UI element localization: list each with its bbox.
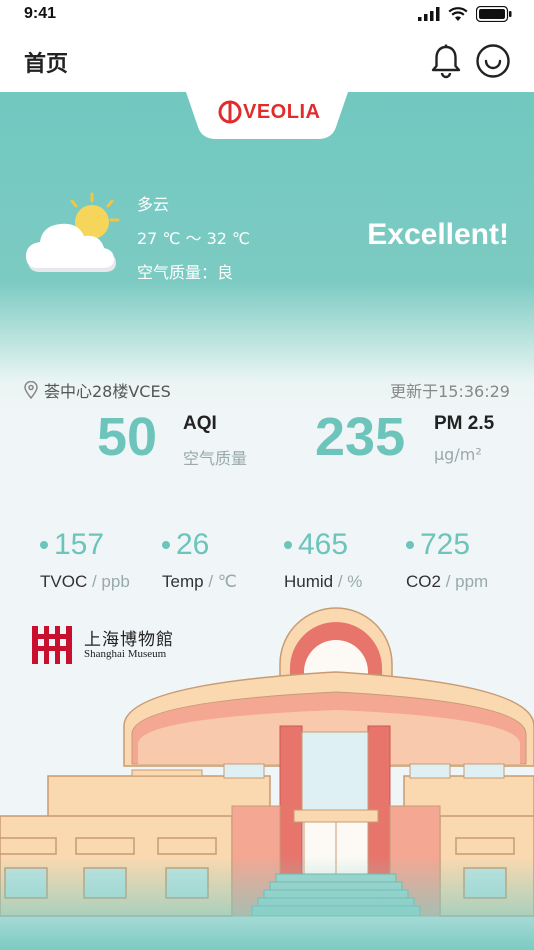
- co2-value: 725: [420, 528, 471, 561]
- status-time: 9:41: [24, 5, 57, 22]
- tvoc-unit: / ppb: [91, 572, 130, 591]
- pm25-value: 235: [315, 407, 406, 467]
- signal-icon: [418, 7, 440, 21]
- co2-unit: / ppm: [445, 572, 489, 591]
- tvoc-label: TVOC: [40, 572, 88, 591]
- nav-bar: 首页: [0, 30, 534, 92]
- partly-cloudy-icon: [26, 192, 120, 272]
- shanghai-museum-logo-icon: [32, 626, 72, 664]
- veolia-logo: VEOLIA: [243, 101, 321, 123]
- temp-label: Temp: [162, 572, 204, 591]
- temp-unit: / ℃: [208, 572, 237, 591]
- pm25-label: PM 2.5: [434, 413, 495, 434]
- aqi-sub-label: 空气质量: [183, 449, 248, 468]
- update-time: 更新于15:36:29: [390, 382, 510, 401]
- co2-label: CO2: [406, 572, 441, 591]
- location-pin-icon: [24, 381, 38, 399]
- shanghai-museum-illustration: [0, 607, 534, 950]
- location-row[interactable]: 荟中心28楼VCES: [24, 378, 171, 402]
- metric-humid: 465 Humid / %: [284, 528, 404, 592]
- metric-co2: 725 CO2 / ppm: [406, 528, 526, 592]
- humid-label: Humid: [284, 572, 334, 591]
- aqi-value: 50: [97, 407, 158, 467]
- status-icons: [418, 6, 512, 22]
- weather-condition: 多云: [137, 195, 170, 214]
- dot-icon: [162, 541, 170, 549]
- metric-temp: 26 Temp / ℃: [162, 528, 282, 592]
- dot-icon: [40, 541, 48, 549]
- museum-name-cn: 上海博物館: [84, 630, 174, 650]
- humid-value: 465: [298, 528, 349, 561]
- metric-tvoc: 157 TVOC / ppb: [40, 528, 160, 592]
- humid-unit: / %: [337, 572, 363, 591]
- tvoc-value: 157: [54, 528, 105, 561]
- museum-name-en: Shanghai Museum: [84, 648, 167, 660]
- smiley-face-icon[interactable]: [475, 43, 511, 79]
- pm25-unit: μg/m²: [434, 445, 482, 464]
- wifi-icon: [448, 6, 468, 21]
- air-rating: Excellent!: [367, 218, 509, 251]
- status-bar: 9:41: [0, 0, 534, 30]
- aqi-label: AQI: [183, 413, 217, 434]
- dot-icon: [406, 541, 414, 549]
- air-quality-text: 空气质量：良: [137, 263, 234, 282]
- temperature-range: 27 ℃ ～ 32 ℃: [137, 229, 251, 248]
- location-name: 荟中心28楼VCES: [44, 382, 171, 401]
- dot-icon: [284, 541, 292, 549]
- temp-value: 26: [176, 528, 210, 561]
- page-title: 首页: [24, 52, 69, 77]
- battery-icon: [476, 6, 512, 22]
- bell-icon[interactable]: [428, 43, 464, 79]
